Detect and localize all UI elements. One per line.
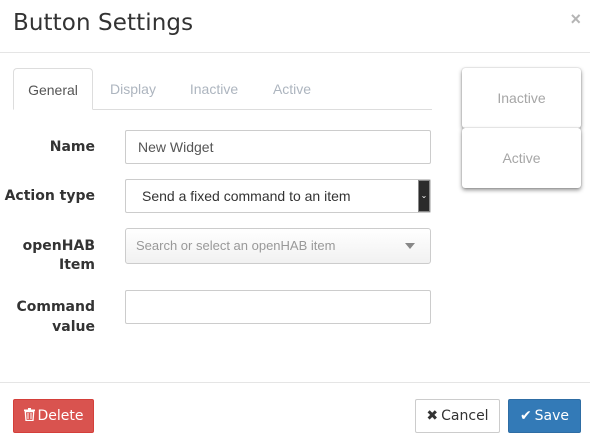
tab-display[interactable]: Display xyxy=(99,68,167,110)
close-icon[interactable]: × xyxy=(570,9,581,29)
save-label: Save xyxy=(534,408,570,424)
cancel-button[interactable]: ✖ Cancel xyxy=(415,399,500,433)
check-icon: ✔ xyxy=(519,408,532,424)
modal-footer: Delete ✖ Cancel ✔ Save xyxy=(0,382,590,438)
item-search-select[interactable]: Search or select an openHAB item xyxy=(125,228,431,264)
command-value-input[interactable] xyxy=(125,290,431,324)
item-label-line1: openHAB xyxy=(22,238,95,254)
tab-general[interactable]: General xyxy=(13,68,93,110)
name-label: Name xyxy=(49,139,95,155)
caret-down-icon xyxy=(405,243,415,249)
times-icon: ✖ xyxy=(426,408,439,424)
save-button[interactable]: ✔ Save xyxy=(508,399,581,433)
command-label-line2: value xyxy=(52,319,95,335)
item-label-line2: Item xyxy=(59,257,95,273)
cancel-label: Cancel xyxy=(441,408,489,424)
action-type-label: Action type xyxy=(4,188,95,204)
preview-inactive[interactable]: Inactive xyxy=(462,68,581,128)
tab-inactive[interactable]: Inactive xyxy=(177,68,251,110)
chevron-down-icon: ⌄ xyxy=(420,191,428,200)
command-label-line1: Command xyxy=(16,299,95,315)
delete-button[interactable]: Delete xyxy=(13,399,94,433)
tab-bar: General Display Inactive Active xyxy=(13,68,432,110)
dropdown-arrow-button[interactable]: ⌄ xyxy=(418,180,430,212)
item-search-placeholder: Search or select an openHAB item xyxy=(136,238,336,253)
tab-active[interactable]: Active xyxy=(261,68,323,110)
delete-label: Delete xyxy=(37,408,84,424)
modal-header: Button Settings × xyxy=(0,0,590,53)
page-title: Button Settings xyxy=(13,10,194,36)
action-type-value: Send a fixed command to an item xyxy=(142,188,351,204)
preview-active[interactable]: Active xyxy=(462,128,581,188)
trash-icon xyxy=(23,400,35,432)
action-type-select[interactable]: Send a fixed command to an item ⌄ xyxy=(125,179,431,213)
name-input[interactable]: New Widget xyxy=(125,130,431,164)
